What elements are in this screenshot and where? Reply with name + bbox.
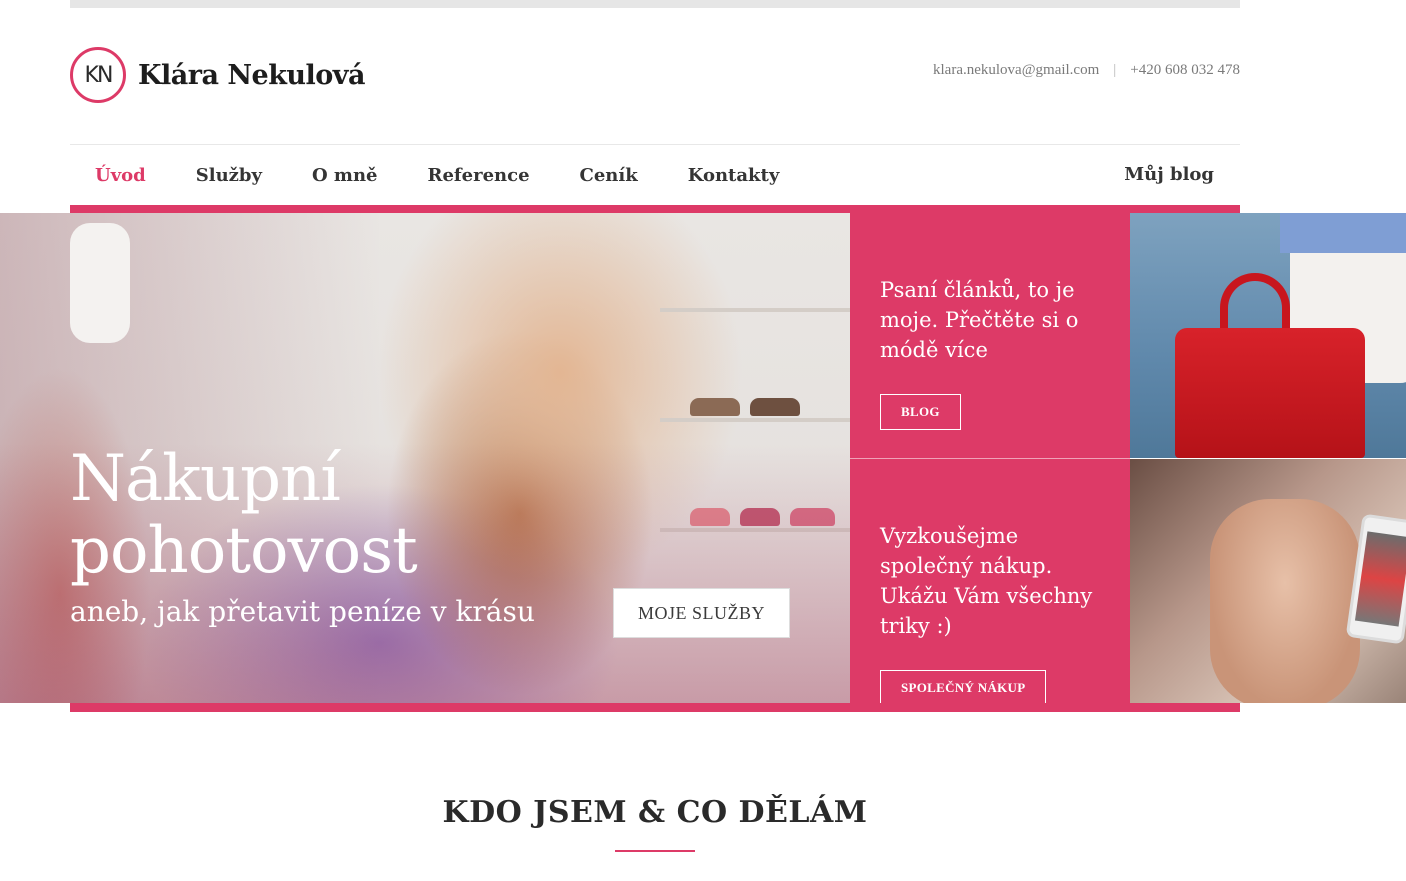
hero-subtitle: aneb, jak přetavit peníze v krásu	[70, 595, 535, 628]
nav-item-kontakty[interactable]: Kontakty	[688, 165, 780, 186]
hero-title-line1: Nákupní	[70, 442, 341, 516]
handbag-photo	[1130, 213, 1406, 458]
smartphone-screen	[1354, 531, 1406, 627]
nav-item-o-mne[interactable]: O mně	[312, 165, 378, 186]
logo-mark-icon: KN	[70, 47, 126, 103]
shopping-button[interactable]: SPOLEČNÝ NÁKUP	[880, 670, 1047, 706]
hero-photo-garment	[70, 223, 130, 343]
shopping-panel: Vyzkoušejme společný nákup. Ukážu Vám vš…	[850, 459, 1130, 706]
smartphone-icon	[1345, 513, 1406, 645]
accent-strip-top	[70, 205, 1240, 213]
blog-panel-text: Psaní článků, to je moje. Přečtěte si o …	[880, 278, 1079, 362]
nav-item-uvod[interactable]: Úvod	[95, 165, 146, 186]
hero-photo-shoe	[690, 398, 740, 416]
contact-phone[interactable]: +420 608 032 478	[1130, 62, 1240, 79]
logo-name: Klára Nekulová	[138, 59, 365, 91]
phone-photo	[1130, 459, 1406, 703]
blog-panel: Psaní článků, to je moje. Přečtěte si o …	[850, 213, 1130, 458]
accent-strip-bottom	[70, 703, 1240, 712]
contact-email[interactable]: klara.nekulova@gmail.com	[933, 62, 1099, 79]
nav-item-reference[interactable]: Reference	[427, 165, 529, 186]
hero-photo-shelf	[660, 418, 850, 422]
hero-title: Nákupní pohotovost	[70, 442, 418, 588]
hero-photo-shelf	[660, 308, 850, 312]
nav-item-blog[interactable]: Můj blog	[1124, 164, 1214, 185]
section-title: KDO JSEM & CO DĚLÁM	[442, 795, 868, 830]
red-handbag-icon	[1175, 328, 1365, 458]
contact-separator: |	[1113, 62, 1117, 78]
hero-photo-shoe	[750, 398, 800, 416]
blog-button[interactable]: BLOG	[880, 394, 961, 430]
phone-photo-face	[1210, 499, 1360, 703]
header-contact: klara.nekulova@gmail.com | +420 608 032 …	[933, 62, 1240, 79]
shopping-panel-text: Vyzkoušejme společný nákup. Ukážu Vám vš…	[880, 524, 1093, 638]
hero-title-line2: pohotovost	[70, 514, 418, 588]
main-nav: Úvod Služby O mně Reference Ceník Kontak…	[70, 144, 1240, 205]
nav-item-sluzby[interactable]: Služby	[196, 165, 262, 186]
handbag-photo-shirt	[1280, 213, 1406, 253]
services-button[interactable]: MOJE SLUŽBY	[613, 588, 790, 638]
hero-banner: Nákupní pohotovost aneb, jak přetavit pe…	[0, 213, 850, 703]
site-logo[interactable]: KN Klára Nekulová	[70, 47, 365, 103]
section-title-underline	[615, 850, 695, 852]
nav-item-cenik[interactable]: Ceník	[580, 165, 638, 186]
top-bar	[70, 0, 1240, 8]
